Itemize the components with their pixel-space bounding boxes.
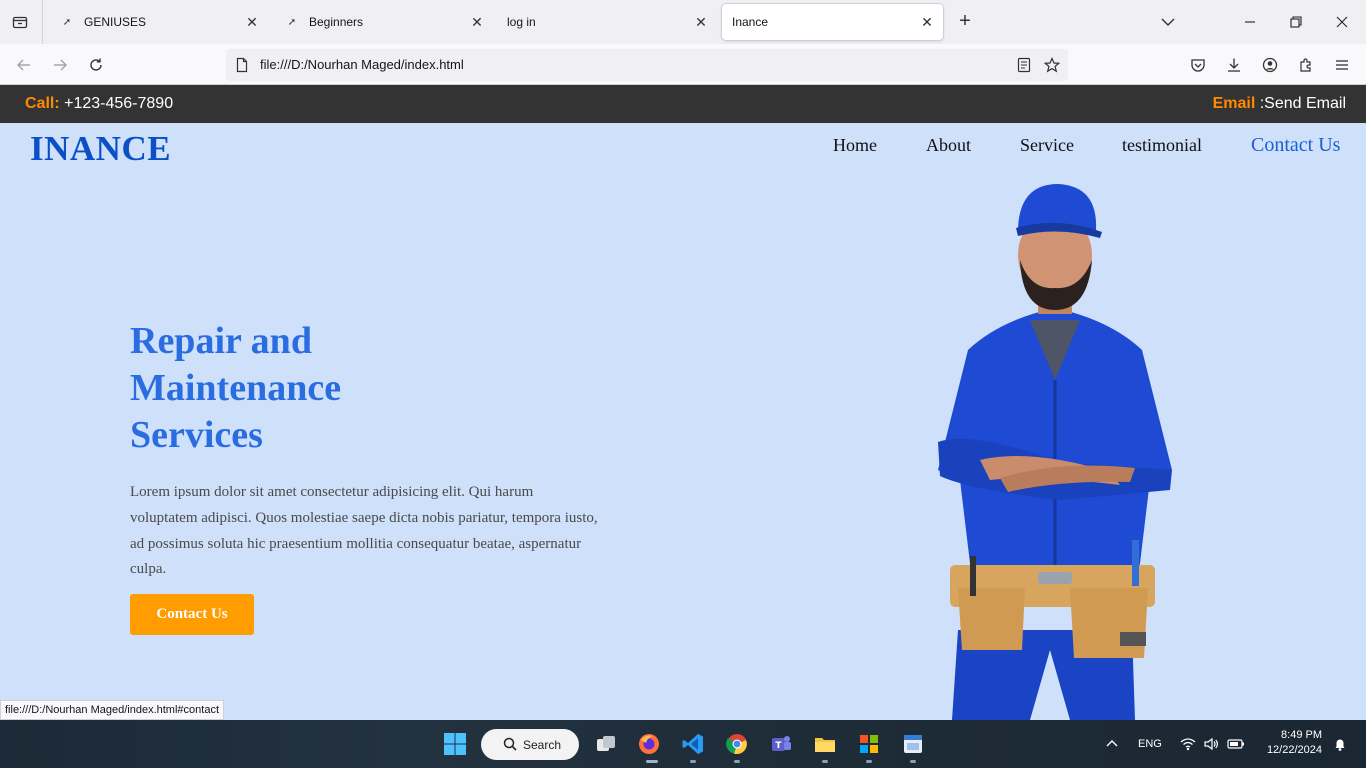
bookmark-star-icon[interactable] (1042, 55, 1062, 75)
nav-contact-us[interactable]: Contact Us (1251, 134, 1340, 157)
new-tab-icon[interactable]: + (954, 10, 976, 32)
pocket-icon[interactable] (1185, 52, 1211, 78)
site-logo[interactable]: INANCE (30, 129, 171, 169)
system-clock[interactable]: 8:49 PM 12/22/2024 (1267, 728, 1322, 758)
firefox-icon[interactable] (635, 730, 663, 758)
browser-tab[interactable]: ➚ Beginners ✕ (275, 4, 493, 40)
url-text: file:///D:/Nourhan Maged/index.html (260, 57, 464, 72)
close-tab-icon[interactable]: ✕ (693, 14, 709, 30)
hero-description: Lorem ipsum dolor sit amet consectetur a… (130, 484, 598, 578)
tab-title: log in (507, 15, 536, 29)
svg-text:T: T (775, 741, 782, 751)
clock-date: 12/22/2024 (1266, 744, 1322, 756)
restore-icon[interactable] (1284, 10, 1308, 34)
hero-contact-button[interactable]: Contact Us (130, 594, 254, 635)
repairman-image (938, 184, 1172, 720)
address-bar[interactable]: file:///D:/Nourhan Maged/index.html (226, 49, 1068, 81)
call-label: Call: (25, 95, 60, 112)
chevron-up-icon[interactable] (1098, 730, 1126, 758)
browser-tab-bar: ➚ GENIUSES ✕ ➚ Beginners ✕ log in ✕ Inan… (0, 0, 1366, 44)
close-tab-icon[interactable]: ✕ (469, 14, 485, 30)
reload-icon[interactable] (83, 52, 109, 78)
reader-view-icon[interactable] (1014, 55, 1034, 75)
hero-title-line: Repair and (130, 320, 312, 362)
volume-icon[interactable] (1197, 730, 1225, 758)
hero-title: Repair and Maintenance Services (130, 318, 530, 459)
taskbar-search[interactable]: Search (481, 729, 579, 760)
email-label: Email (1212, 95, 1256, 112)
browser-nav-bar: file:///D:/Nourhan Maged/index.html (0, 44, 1366, 85)
file-explorer-icon[interactable] (811, 730, 839, 758)
forward-icon[interactable] (47, 52, 73, 78)
hero-title-line: Services (130, 414, 263, 456)
menu-icon[interactable] (1329, 52, 1355, 78)
link-status-url: file:///D:/Nourhan Maged/index.html#cont… (0, 700, 225, 720)
extensions-icon[interactable] (1293, 52, 1319, 78)
minimize-icon[interactable] (1238, 10, 1262, 34)
windows-start-icon[interactable] (441, 730, 469, 758)
teams-icon[interactable]: T (767, 730, 795, 758)
download-icon[interactable] (1221, 52, 1247, 78)
browser-tab[interactable]: ➚ GENIUSES ✕ (50, 4, 268, 40)
nav-home[interactable]: Home (833, 135, 877, 156)
close-tab-icon[interactable]: ✕ (919, 14, 935, 30)
account-icon[interactable] (1257, 52, 1283, 78)
tab-title: GENIUSES (84, 15, 147, 29)
phone-info[interactable]: Call: +123-456-7890 (25, 95, 173, 113)
search-icon (503, 737, 517, 754)
page-icon (234, 57, 250, 73)
close-tab-icon[interactable]: ✕ (244, 14, 260, 30)
nav-about[interactable]: About (926, 135, 971, 156)
chevron-down-icon[interactable] (1158, 12, 1178, 32)
send-email-link: :Send Email (1255, 95, 1346, 112)
vscode-icon[interactable] (679, 730, 707, 758)
email-info[interactable]: Email :Send Email (1213, 95, 1346, 113)
language-indicator[interactable]: ENG (1138, 738, 1162, 750)
tab-title: Beginners (309, 15, 364, 29)
chrome-icon[interactable] (723, 730, 751, 758)
app-window-icon[interactable] (899, 730, 927, 758)
tab-list-icon[interactable] (8, 10, 32, 34)
notification-bell-icon[interactable] (1326, 730, 1354, 758)
windows-taskbar: Search T ENG 8:49 PM 12/22/2024 (0, 720, 1366, 768)
back-icon[interactable] (11, 52, 37, 78)
store-app-icon[interactable] (855, 730, 883, 758)
site-favicon-icon: ➚ (287, 16, 297, 28)
search-label: Search (523, 737, 562, 752)
task-view-icon[interactable] (592, 730, 620, 758)
close-window-icon[interactable] (1330, 10, 1354, 34)
hero-title-line: Maintenance (130, 367, 342, 409)
nav-testimonial[interactable]: testimonial (1122, 135, 1202, 156)
clock-time: 8:49 PM (1281, 729, 1322, 741)
browser-tab-active[interactable]: Inance ✕ (722, 4, 943, 40)
phone-number: +123-456-7890 (59, 95, 174, 112)
battery-icon[interactable] (1222, 730, 1250, 758)
site-favicon-icon: ➚ (62, 16, 72, 28)
tab-title: Inance (732, 15, 769, 29)
browser-tab[interactable]: log in ✕ (497, 4, 717, 40)
nav-service[interactable]: Service (1020, 135, 1074, 156)
contact-topbar: Call: +123-456-7890 Email :Send Email (0, 85, 1366, 123)
